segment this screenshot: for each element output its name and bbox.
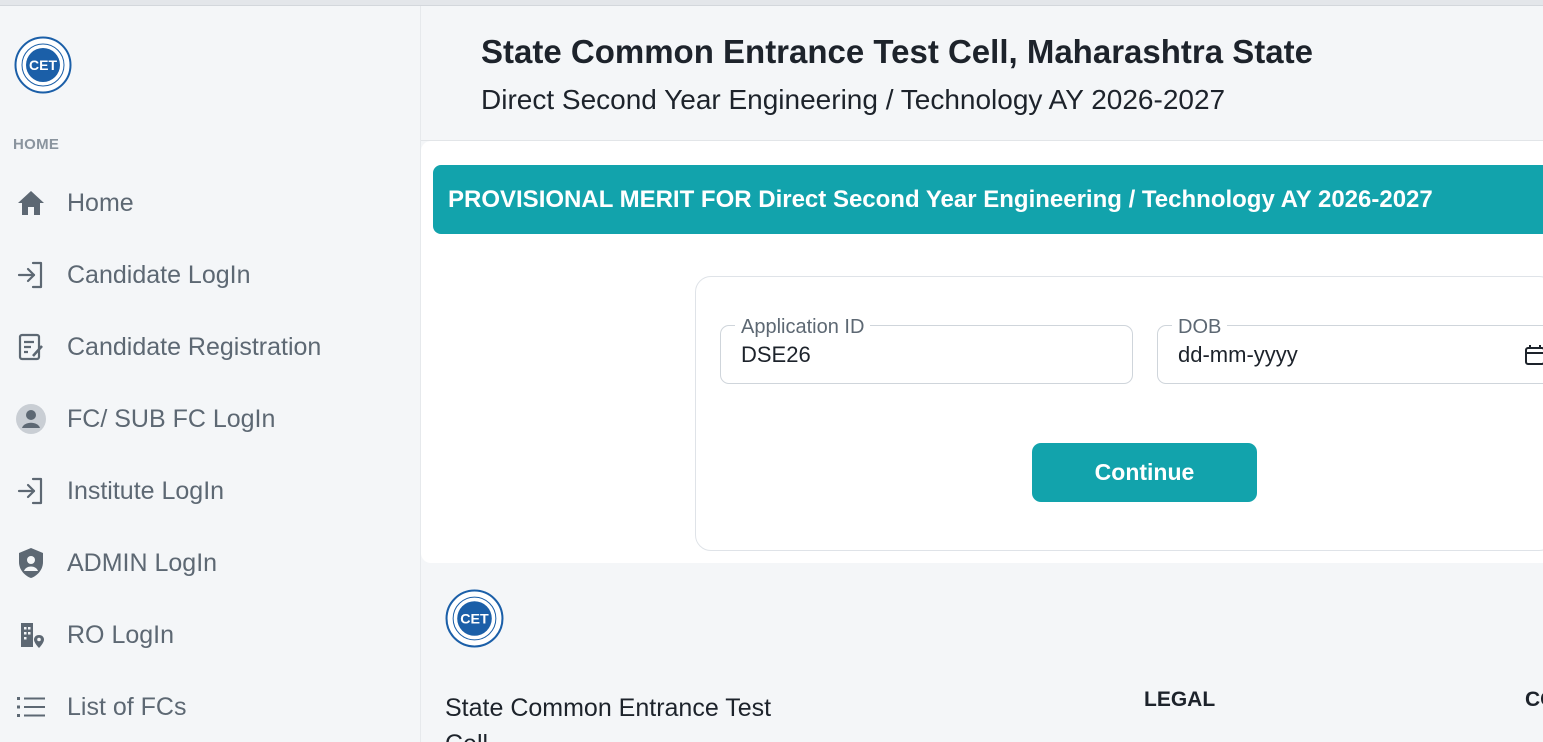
page-header: State Common Entrance Test Cell, Maharas…	[421, 6, 1543, 141]
dob-label: DOB	[1172, 316, 1228, 338]
sidebar-item-label: Institute LogIn	[67, 476, 225, 505]
login-icon	[14, 258, 48, 292]
sidebar-item-ro-login[interactable]: RO LogIn	[0, 605, 420, 665]
page-footer: CET State Common Entrance Test Cell LEGA…	[421, 563, 1543, 742]
banner-text: PROVISIONAL MERIT FOR Direct Second Year…	[448, 185, 1433, 213]
sidebar-item-list-of-fcs[interactable]: List of FCs	[0, 677, 420, 737]
application-id-value: DSE26	[741, 342, 811, 367]
dob-placeholder: dd-mm-yyyy	[1178, 342, 1298, 367]
sidebar-item-candidate-registration[interactable]: Candidate Registration	[0, 317, 420, 377]
page-title: State Common Entrance Test Cell, Maharas…	[481, 33, 1313, 70]
sidebar-item-admin-login[interactable]: ADMIN LogIn	[0, 533, 420, 593]
sidebar-item-label: FC/ SUB FC LogIn	[67, 404, 276, 433]
sidebar-item-candidate-login[interactable]: Candidate LogIn	[0, 245, 420, 305]
registration-icon	[14, 330, 48, 364]
footer-cet-logo: CET	[445, 589, 504, 648]
page-subtitle: Direct Second Year Engineering / Technol…	[481, 84, 1226, 115]
main-content: PROVISIONAL MERIT FOR Direct Second Year…	[421, 141, 1543, 563]
building-location-icon	[14, 618, 48, 652]
user-circle-icon	[14, 402, 48, 436]
sidebar-item-label: Candidate Registration	[67, 332, 322, 361]
svg-text:CET: CET	[460, 612, 489, 628]
continue-button[interactable]: Continue	[1032, 443, 1257, 502]
sidebar-section-caption: HOME	[13, 136, 60, 153]
footer-contact-heading: CO	[1525, 688, 1543, 711]
sidebar-item-label: RO LogIn	[67, 620, 175, 649]
sidebar-item-label: Candidate LogIn	[67, 260, 251, 289]
sidebar-item-label: List of FCs	[67, 692, 187, 721]
cet-logo[interactable]: CET	[14, 36, 72, 94]
sidebar: CET HOME Home Candidate LogIn Candidate …	[0, 6, 421, 742]
sidebar-item-fc-login[interactable]: FC/ SUB FC LogIn	[0, 389, 420, 449]
sidebar-item-label: Home	[67, 188, 134, 217]
sidebar-item-institute-login[interactable]: Institute LogIn	[0, 461, 420, 521]
svg-text:CET: CET	[29, 57, 57, 73]
home-icon	[14, 186, 48, 220]
footer-org-name: State Common Entrance Test Cell	[445, 694, 772, 742]
list-icon	[14, 690, 48, 724]
application-id-label: Application ID	[735, 316, 871, 338]
calendar-icon[interactable]	[1524, 344, 1543, 366]
shield-user-icon	[14, 546, 48, 580]
merit-login-form: Application ID DSE26 DOB dd-mm-yyyy Cont…	[695, 276, 1543, 551]
application-id-field[interactable]: Application ID DSE26	[720, 316, 1133, 384]
footer-legal-heading: LEGAL	[1144, 688, 1216, 711]
sidebar-item-home[interactable]: Home	[0, 173, 420, 233]
sidebar-item-label: ADMIN LogIn	[67, 548, 218, 577]
dob-field[interactable]: DOB dd-mm-yyyy	[1157, 316, 1543, 384]
login-icon	[14, 474, 48, 508]
merit-banner: PROVISIONAL MERIT FOR Direct Second Year…	[433, 165, 1543, 234]
